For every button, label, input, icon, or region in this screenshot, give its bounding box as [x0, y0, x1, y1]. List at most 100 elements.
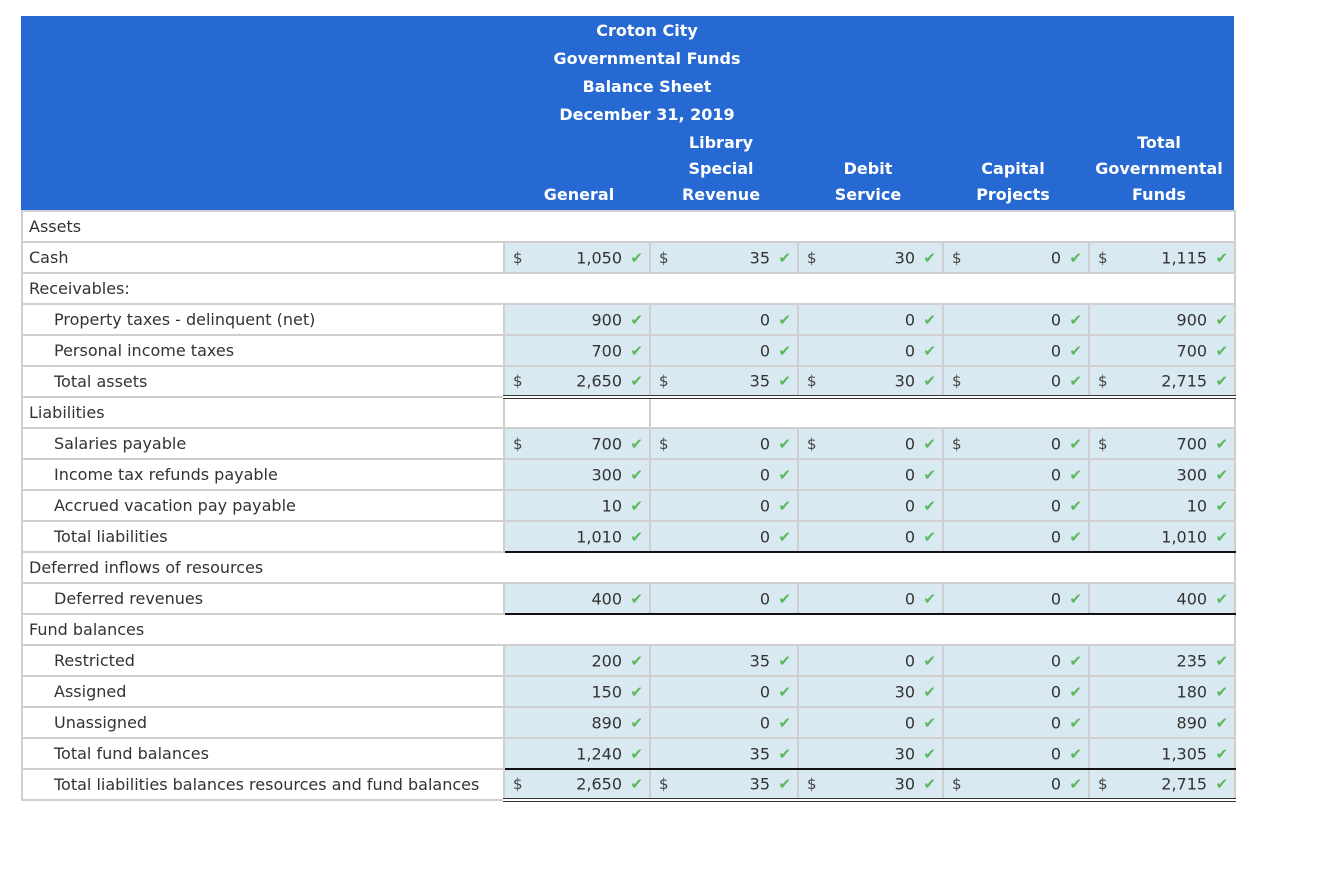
amount-cell-total-governmental-funds[interactable]: 1,010 ✔: [1087, 520, 1237, 553]
checkmark-icon: ✔: [778, 310, 791, 329]
checkmark-icon: ✔: [923, 651, 936, 670]
checkmark-icon: ✔: [1215, 434, 1229, 453]
amount-cell-library-special-revenue[interactable]: $35 ✔: [649, 241, 799, 274]
amount-cell-total-governmental-funds[interactable]: 400 ✔: [1087, 582, 1237, 615]
amount-cell-debit-service[interactable]: 30 ✔: [797, 675, 944, 708]
amount-value: 0: [1050, 310, 1061, 329]
amount-cell-general[interactable]: 700 ✔: [503, 334, 651, 367]
amount-cell-general[interactable]: 1,240 ✔: [503, 737, 651, 770]
amount-cell-capital-projects[interactable]: 0 ✔: [942, 520, 1090, 553]
amount-cell-debit-service[interactable]: 0 ✔: [797, 489, 944, 522]
checkmark-icon: ✔: [1069, 248, 1082, 267]
amount-cell-capital-projects[interactable]: 0 ✔: [942, 489, 1090, 522]
amount-cell-debit-service[interactable]: 0 ✔: [797, 706, 944, 739]
table-row: Cash $1,050 ✔ $35 ✔ $30 ✔ $0 ✔ $1,115 ✔: [21, 241, 1237, 274]
amount-cell-total-governmental-funds[interactable]: 180 ✔: [1087, 675, 1237, 708]
amount-cell-debit-service[interactable]: 0 ✔: [797, 644, 944, 677]
amount-cell-capital-projects[interactable]: 0 ✔: [942, 675, 1090, 708]
amount-cell-general[interactable]: $700 ✔: [503, 427, 651, 460]
checkmark-icon: ✔: [630, 527, 643, 546]
amount-cell-debit-service[interactable]: 0 ✔: [797, 334, 944, 367]
amount-cell-library-special-revenue[interactable]: 0 ✔: [649, 582, 799, 615]
amount-cell-total-governmental-funds[interactable]: 235 ✔: [1087, 644, 1237, 677]
amount-cell-general[interactable]: 200 ✔: [503, 644, 651, 677]
amount-cell-library-special-revenue[interactable]: $35 ✔: [649, 768, 799, 802]
amount-cell-library-special-revenue[interactable]: 35 ✔: [649, 737, 799, 770]
column-header-debit-service: Debit Service: [818, 156, 918, 208]
amount-cell-capital-projects[interactable]: $0 ✔: [942, 768, 1090, 802]
amount-cell-debit-service[interactable]: 0 ✔: [797, 520, 944, 553]
amount-value: 0: [1050, 248, 1061, 267]
amount-cell-total-governmental-funds[interactable]: 300 ✔: [1087, 458, 1237, 491]
checkmark-icon: ✔: [1069, 434, 1082, 453]
amount-cell-library-special-revenue[interactable]: $0 ✔: [649, 427, 799, 460]
amount-value: 1,010: [1161, 527, 1208, 546]
checkmark-icon: ✔: [630, 341, 643, 360]
row-label: Property taxes - delinquent (net): [21, 303, 505, 336]
amount-cell-library-special-revenue[interactable]: 0 ✔: [649, 675, 799, 708]
amount-cell-total-governmental-funds[interactable]: $2,715 ✔: [1087, 365, 1237, 399]
column-header-library-special-revenue: Library Special Revenue: [670, 130, 772, 208]
amount-cell-capital-projects[interactable]: $0 ✔: [942, 427, 1090, 460]
amount-cell-general[interactable]: 1,010 ✔: [503, 520, 651, 553]
amount-cell-library-special-revenue[interactable]: 0 ✔: [649, 520, 799, 553]
amount-cell-general[interactable]: 300 ✔: [503, 458, 651, 491]
amount-cell-debit-service[interactable]: 30 ✔: [797, 737, 944, 770]
amount-cell-general[interactable]: 150 ✔: [503, 675, 651, 708]
amount-cell-general[interactable]: 890 ✔: [503, 706, 651, 739]
checkmark-icon: ✔: [778, 713, 791, 732]
amount-cell-capital-projects[interactable]: 0 ✔: [942, 458, 1090, 491]
checkmark-icon: ✔: [630, 775, 643, 793]
amount-value: 35: [749, 744, 770, 763]
currency-symbol: $: [952, 372, 962, 390]
amount-cell-general[interactable]: 10 ✔: [503, 489, 651, 522]
amount-cell-total-governmental-funds[interactable]: 890 ✔: [1087, 706, 1237, 739]
checkmark-icon: ✔: [923, 744, 936, 763]
amount-cell-library-special-revenue[interactable]: 0 ✔: [649, 334, 799, 367]
amount-cell-capital-projects[interactable]: 0 ✔: [942, 334, 1090, 367]
amount-cell-debit-service[interactable]: 0 ✔: [797, 458, 944, 491]
amount-cell-capital-projects[interactable]: $0 ✔: [942, 365, 1090, 399]
amount-cell-capital-projects[interactable]: 0 ✔: [942, 644, 1090, 677]
amount-cell-debit-service[interactable]: $30 ✔: [797, 241, 944, 274]
table-row: Total liabilities 1,010 ✔ 0 ✔ 0 ✔ 0 ✔ 1,010 ✔: [21, 520, 1237, 553]
amount-cell-total-governmental-funds[interactable]: $2,715 ✔: [1087, 768, 1237, 802]
amount-cell-general[interactable]: $1,050 ✔: [503, 241, 651, 274]
amount-cell-library-special-revenue[interactable]: $35 ✔: [649, 365, 799, 399]
checkmark-icon: ✔: [1069, 651, 1082, 670]
currency-symbol: $: [513, 434, 523, 453]
amount-cell-total-governmental-funds[interactable]: 900 ✔: [1087, 303, 1237, 336]
amount-cell-total-governmental-funds[interactable]: $1,115 ✔: [1087, 241, 1237, 274]
amount-value: 10: [1186, 496, 1208, 515]
amount-cell-library-special-revenue[interactable]: 0 ✔: [649, 303, 799, 336]
checkmark-icon: ✔: [630, 713, 643, 732]
amount-cell-library-special-revenue[interactable]: 35 ✔: [649, 644, 799, 677]
amount-value: 2,715: [1161, 371, 1208, 391]
amount-cell-debit-service[interactable]: $30 ✔: [797, 768, 944, 802]
amount-cell-capital-projects[interactable]: 0 ✔: [942, 582, 1090, 615]
column-header-line: Governmental: [1095, 159, 1223, 178]
amount-cell-library-special-revenue[interactable]: 0 ✔: [649, 706, 799, 739]
amount-cell-library-special-revenue[interactable]: 0 ✔: [649, 458, 799, 491]
amount-cell-general[interactable]: $2,650 ✔: [503, 768, 651, 802]
amount-cell-debit-service[interactable]: $0 ✔: [797, 427, 944, 460]
checkmark-icon: ✔: [1215, 341, 1229, 360]
amount-cell-debit-service[interactable]: 0 ✔: [797, 582, 944, 615]
amount-cell-total-governmental-funds[interactable]: 10 ✔: [1087, 489, 1237, 522]
amount-cell-general[interactable]: 400 ✔: [503, 582, 651, 615]
amount-cell-debit-service[interactable]: $30 ✔: [797, 365, 944, 399]
amount-cell-library-special-revenue[interactable]: 0 ✔: [649, 489, 799, 522]
amount-cell-capital-projects[interactable]: 0 ✔: [942, 737, 1090, 770]
amount-cell-capital-projects[interactable]: 0 ✔: [942, 303, 1090, 336]
amount-cell-general[interactable]: $2,650 ✔: [503, 365, 651, 399]
amount-cell-total-governmental-funds[interactable]: 700 ✔: [1087, 334, 1237, 367]
amount-cell-total-governmental-funds[interactable]: 1,305 ✔: [1087, 737, 1237, 770]
amount-cell-capital-projects[interactable]: 0 ✔: [942, 706, 1090, 739]
amount-cell-total-governmental-funds[interactable]: $700 ✔: [1087, 427, 1237, 460]
row-label: Income tax refunds payable: [21, 458, 505, 491]
amount-cell-capital-projects[interactable]: $0 ✔: [942, 241, 1090, 274]
amount-cell-general[interactable]: 900 ✔: [503, 303, 651, 336]
checkmark-icon: ✔: [1215, 465, 1229, 484]
amount-cell-debit-service[interactable]: 0 ✔: [797, 303, 944, 336]
amount-value: 0: [759, 465, 770, 484]
